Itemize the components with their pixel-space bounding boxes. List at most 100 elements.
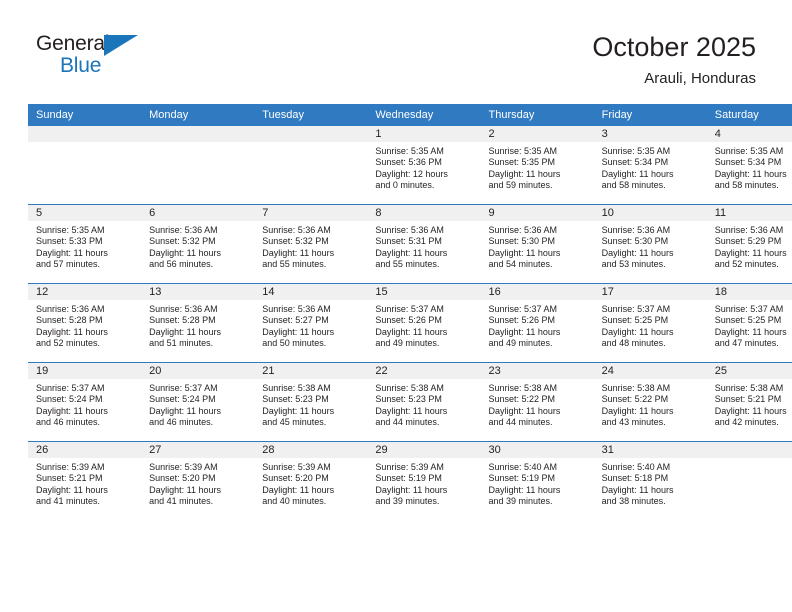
daylight-text-line1: Daylight: 11 hours	[36, 326, 108, 337]
daylight-text-line1: Daylight: 11 hours	[714, 326, 787, 337]
calendar-day-cell[interactable]: 4 Sunrise: 5:35 AM Sunset: 5:34 PM Daylight…	[706, 126, 792, 205]
day-number: 3	[593, 126, 707, 142]
day-cell-inner: 26 Sunrise: 5:39 AM Sunset: 5:21 PM Dayligh…	[28, 442, 142, 520]
day-number: 8	[367, 205, 481, 221]
day-details: Sunrise: 5:35 AM Sunset: 5:36 PM Daylight:…	[367, 142, 480, 192]
day-cell-inner: 12 Sunrise: 5:36 AM Sunset: 5:28 PM Dayligh…	[28, 284, 142, 362]
calendar-day-cell[interactable]: 25 Sunrise: 5:38 AM Sunset: 5:21 PM Dayligh…	[706, 362, 792, 442]
calendar-day-cell[interactable]: 2 Sunrise: 5:35 AM Sunset: 5:35 PM Daylight…	[480, 126, 594, 205]
day-details: Sunrise: 5:37 AM Sunset: 5:25 PM Daylight:…	[707, 300, 792, 350]
calendar-day-cell[interactable]: 16 Sunrise: 5:37 AM Sunset: 5:26 PM Dayligh…	[480, 283, 594, 363]
sunrise-text: Sunrise: 5:36 AM	[488, 225, 558, 235]
day-details: Sunrise: 5:38 AM Sunset: 5:21 PM Daylight:…	[707, 379, 792, 429]
calendar-day-cell[interactable]: 11 Sunrise: 5:36 AM Sunset: 5:29 PM Dayligh…	[706, 204, 792, 284]
sunset-text: Sunset: 5:24 PM	[149, 394, 216, 405]
daylight-text-line2: and 41 minutes.	[36, 496, 101, 507]
day-details: Sunrise: 5:38 AM Sunset: 5:22 PM Daylight:…	[594, 379, 707, 429]
calendar-day-cell[interactable]: 10 Sunrise: 5:36 AM Sunset: 5:30 PM Dayligh…	[593, 204, 707, 284]
day-cell-inner: 11 Sunrise: 5:36 AM Sunset: 5:29 PM Dayligh…	[706, 205, 792, 283]
calendar-day-cell[interactable]: 23 Sunrise: 5:38 AM Sunset: 5:22 PM Dayligh…	[480, 362, 594, 442]
calendar-day-cell[interactable]: 18 Sunrise: 5:37 AM Sunset: 5:25 PM Dayligh…	[706, 283, 792, 363]
calendar-day-cell[interactable]: 13 Sunrise: 5:36 AM Sunset: 5:28 PM Dayligh…	[141, 283, 255, 363]
daylight-text-line1: Daylight: 11 hours	[601, 484, 674, 495]
day-cell-inner: 24 Sunrise: 5:38 AM Sunset: 5:22 PM Dayligh…	[593, 363, 707, 441]
day-cell-inner	[28, 126, 142, 204]
day-number: 24	[593, 363, 707, 379]
sunset-text: Sunset: 5:27 PM	[262, 315, 329, 326]
calendar-day-cell[interactable]: 24 Sunrise: 5:38 AM Sunset: 5:22 PM Dayligh…	[593, 362, 707, 442]
calendar-day-cell[interactable]: 29 Sunrise: 5:39 AM Sunset: 5:19 PM Dayligh…	[367, 441, 481, 520]
day-cell-inner: 2 Sunrise: 5:35 AM Sunset: 5:35 PM Daylight…	[480, 126, 594, 204]
calendar-day-cell[interactable]: 21 Sunrise: 5:38 AM Sunset: 5:23 PM Dayligh…	[254, 362, 368, 442]
calendar-day-cell[interactable]: 7 Sunrise: 5:36 AM Sunset: 5:32 PM Daylight…	[254, 204, 368, 284]
day-cell-inner: 23 Sunrise: 5:38 AM Sunset: 5:22 PM Dayligh…	[480, 363, 594, 441]
calendar-week-row: 19 Sunrise: 5:37 AM Sunset: 5:24 PM Dayligh…	[28, 362, 792, 442]
calendar-day-cell[interactable]: 26 Sunrise: 5:39 AM Sunset: 5:21 PM Dayligh…	[28, 441, 142, 520]
calendar-day-cell[interactable]: 6 Sunrise: 5:36 AM Sunset: 5:32 PM Daylight…	[141, 204, 255, 284]
day-cell-inner	[706, 442, 792, 520]
daylight-text-line1: Daylight: 11 hours	[488, 168, 561, 179]
daylight-text-line1: Daylight: 11 hours	[601, 247, 674, 258]
calendar-body: 1 Sunrise: 5:35 AM Sunset: 5:36 PM Daylight…	[28, 126, 792, 520]
day-details: Sunrise: 5:37 AM Sunset: 5:24 PM Daylight:…	[141, 379, 254, 429]
sunset-text: Sunset: 5:32 PM	[149, 236, 216, 247]
day-number: 2	[480, 126, 594, 142]
calendar-day-cell[interactable]: 17 Sunrise: 5:37 AM Sunset: 5:25 PM Dayligh…	[593, 283, 707, 363]
calendar-day-cell[interactable]: 3 Sunrise: 5:35 AM Sunset: 5:34 PM Daylight…	[593, 126, 707, 205]
daylight-text-line2: and 38 minutes.	[601, 496, 666, 507]
sunrise-text: Sunrise: 5:37 AM	[375, 304, 444, 314]
daylight-text-line2: and 58 minutes.	[714, 180, 779, 191]
daylight-text-line2: and 49 minutes.	[375, 338, 440, 349]
daylight-text-line2: and 58 minutes.	[601, 180, 666, 191]
sunrise-text: Sunrise: 5:39 AM	[36, 462, 105, 472]
calendar-cell-empty	[706, 441, 792, 520]
day-number: 18	[706, 284, 792, 300]
day-details: Sunrise: 5:39 AM Sunset: 5:21 PM Daylight:…	[28, 458, 141, 508]
calendar-day-cell[interactable]: 15 Sunrise: 5:37 AM Sunset: 5:26 PM Dayligh…	[367, 283, 481, 363]
day-details: Sunrise: 5:37 AM Sunset: 5:24 PM Daylight:…	[28, 379, 141, 429]
daylight-text-line2: and 50 minutes.	[262, 338, 327, 349]
day-number: 22	[367, 363, 481, 379]
sunset-text: Sunset: 5:21 PM	[714, 394, 782, 405]
daylight-text-line2: and 41 minutes.	[149, 496, 214, 507]
calendar-day-cell[interactable]: 27 Sunrise: 5:39 AM Sunset: 5:20 PM Dayligh…	[141, 441, 255, 520]
calendar-day-cell[interactable]: 30 Sunrise: 5:40 AM Sunset: 5:19 PM Dayligh…	[480, 441, 594, 520]
calendar-day-cell[interactable]: 20 Sunrise: 5:37 AM Sunset: 5:24 PM Dayligh…	[141, 362, 255, 442]
calendar-day-cell[interactable]: 1 Sunrise: 5:35 AM Sunset: 5:36 PM Daylight…	[367, 126, 481, 205]
daylight-text-line2: and 55 minutes.	[262, 259, 327, 270]
day-details: Sunrise: 5:38 AM Sunset: 5:23 PM Daylight:…	[367, 379, 480, 429]
daylight-text-line1: Daylight: 11 hours	[375, 484, 448, 495]
weekday-header-wednesday: Wednesday	[367, 104, 481, 126]
calendar-day-cell[interactable]: 28 Sunrise: 5:39 AM Sunset: 5:20 PM Dayligh…	[254, 441, 368, 520]
general-blue-logo[interactable]: General Blue	[36, 32, 156, 84]
calendar-day-cell[interactable]: 22 Sunrise: 5:38 AM Sunset: 5:23 PM Dayligh…	[367, 362, 481, 442]
weekday-header-thursday: Thursday	[480, 104, 594, 126]
sunrise-text: Sunrise: 5:36 AM	[714, 225, 784, 235]
calendar-day-cell[interactable]: 5 Sunrise: 5:35 AM Sunset: 5:33 PM Daylight…	[28, 204, 142, 284]
daylight-text-line2: and 56 minutes.	[149, 259, 214, 270]
calendar-day-cell[interactable]: 8 Sunrise: 5:36 AM Sunset: 5:31 PM Daylight…	[367, 204, 481, 284]
day-details: Sunrise: 5:36 AM Sunset: 5:28 PM Daylight:…	[28, 300, 141, 350]
calendar-day-cell[interactable]: 14 Sunrise: 5:36 AM Sunset: 5:27 PM Dayligh…	[254, 283, 368, 363]
sunrise-text: Sunrise: 5:36 AM	[36, 304, 105, 314]
calendar-day-cell[interactable]: 31 Sunrise: 5:40 AM Sunset: 5:18 PM Dayligh…	[593, 441, 707, 520]
daylight-text-line2: and 46 minutes.	[149, 417, 214, 428]
day-details: Sunrise: 5:37 AM Sunset: 5:26 PM Daylight:…	[367, 300, 480, 350]
calendar-day-cell[interactable]: 12 Sunrise: 5:36 AM Sunset: 5:28 PM Dayligh…	[28, 283, 142, 363]
calendar-week-row: 1 Sunrise: 5:35 AM Sunset: 5:36 PM Daylight…	[28, 126, 792, 205]
day-cell-inner: 10 Sunrise: 5:36 AM Sunset: 5:30 PM Dayligh…	[593, 205, 707, 283]
daylight-text-line2: and 47 minutes.	[714, 338, 779, 349]
day-details: Sunrise: 5:39 AM Sunset: 5:20 PM Daylight:…	[254, 458, 367, 508]
day-cell-inner: 3 Sunrise: 5:35 AM Sunset: 5:34 PM Daylight…	[593, 126, 707, 204]
day-cell-inner: 13 Sunrise: 5:36 AM Sunset: 5:28 PM Dayligh…	[141, 284, 255, 362]
sunset-text: Sunset: 5:28 PM	[149, 315, 216, 326]
day-cell-inner	[254, 126, 368, 204]
day-details: Sunrise: 5:37 AM Sunset: 5:25 PM Daylight:…	[594, 300, 707, 350]
day-details: Sunrise: 5:35 AM Sunset: 5:33 PM Daylight:…	[28, 221, 141, 271]
sunset-text: Sunset: 5:20 PM	[262, 473, 329, 484]
daylight-text-line1: Daylight: 11 hours	[714, 247, 787, 258]
daylight-text-line2: and 53 minutes.	[601, 259, 666, 270]
calendar-day-cell[interactable]: 9 Sunrise: 5:36 AM Sunset: 5:30 PM Daylight…	[480, 204, 594, 284]
day-number	[141, 126, 255, 142]
calendar-day-cell[interactable]: 19 Sunrise: 5:37 AM Sunset: 5:24 PM Dayligh…	[28, 362, 142, 442]
